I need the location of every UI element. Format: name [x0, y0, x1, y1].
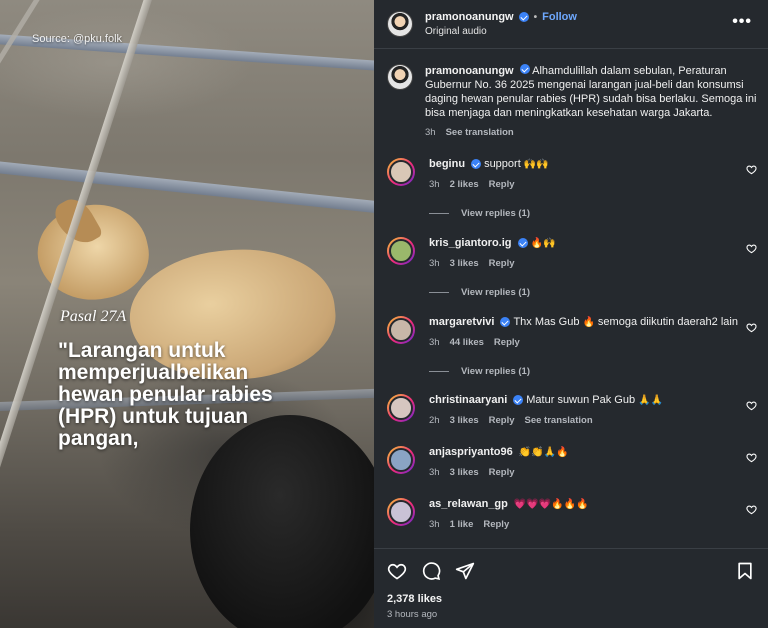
verified-icon: [513, 395, 524, 405]
post-caption: pramonoanungw Alhamdulillah dalam sebula…: [387, 64, 757, 140]
media-source-label: Source: @pku.folk: [32, 33, 123, 45]
comment-emoji: 🔥: [582, 316, 595, 328]
verified-icon: [518, 12, 529, 22]
caption-time: 3h: [425, 127, 436, 138]
caption-avatar[interactable]: [387, 64, 413, 90]
comment-text: Thx Mas Gub: [513, 316, 580, 328]
reply-line: [429, 292, 449, 293]
view-replies-label: View replies (1): [461, 208, 530, 219]
commenter-username[interactable]: beginu: [429, 158, 465, 170]
original-audio-link[interactable]: Original audio: [425, 26, 577, 37]
bookmark-icon[interactable]: [735, 561, 755, 581]
comment-item: as_relawan_gp 💗💗💗🔥🔥🔥 3h 1 like Reply: [387, 498, 757, 530]
comment-time: 3h: [429, 258, 440, 269]
commenter-username[interactable]: margaretvivi: [429, 316, 494, 328]
commenter-avatar-image: [389, 396, 413, 420]
likes-count[interactable]: 2,378 likes: [387, 593, 442, 605]
comment-like-icon[interactable]: [746, 322, 757, 333]
comment-time: 3h: [429, 179, 440, 190]
comment-item: anjaspriyanto96 👏👏🙏🔥 3h 3 likes Reply: [387, 446, 757, 478]
post-header: pramonoanungw • Follow Original audio ••…: [374, 0, 768, 49]
reply-button[interactable]: Reply: [494, 337, 520, 348]
comment-like-icon[interactable]: [746, 452, 757, 463]
share-icon[interactable]: [455, 561, 475, 581]
comment-likes[interactable]: 3 likes: [450, 258, 479, 269]
comment-likes[interactable]: 1 like: [450, 519, 474, 530]
comment-item: kris_giantoro.ig 🔥🙌 3h 3 likes Reply: [387, 237, 757, 269]
author-avatar[interactable]: [387, 11, 413, 37]
comment-like-icon[interactable]: [746, 243, 757, 254]
commenter-avatar[interactable]: [387, 446, 415, 474]
verified-icon: [519, 64, 530, 74]
view-replies-label: View replies (1): [461, 287, 530, 298]
reply-line: [429, 371, 449, 372]
commenter-username[interactable]: as_relawan_gp: [429, 498, 508, 510]
commenter-username[interactable]: kris_giantoro.ig: [429, 237, 512, 249]
reply-button[interactable]: Reply: [489, 179, 515, 190]
media-quote: "Larangan untuk memperjualbelikan hewan …: [58, 339, 273, 450]
post-media[interactable]: Source: @pku.folk Pasal 27A "Larangan un…: [0, 0, 374, 628]
comment-time: 3h: [429, 519, 440, 530]
comment-like-icon[interactable]: [746, 164, 757, 175]
comment-text: support: [484, 158, 521, 170]
post-actions: 2,378 likes 3 hours ago: [374, 548, 768, 628]
comment-emoji: 🙏🙏: [638, 394, 664, 406]
commenter-avatar-image: [389, 500, 413, 524]
comment-emoji: 💗💗💗🔥🔥🔥: [513, 498, 589, 510]
view-replies-label: View replies (1): [461, 366, 530, 377]
commenter-avatar[interactable]: [387, 237, 415, 265]
commenter-avatar-image: [389, 160, 413, 184]
commenter-username[interactable]: anjaspriyanto96: [429, 446, 513, 458]
comment-likes[interactable]: 3 likes: [450, 467, 479, 478]
commenter-avatar[interactable]: [387, 394, 415, 422]
view-replies-button[interactable]: View replies (1): [429, 287, 530, 298]
post-panel: pramonoanungw • Follow Original audio ••…: [374, 0, 768, 628]
comment-time: 2h: [429, 415, 440, 426]
comment-likes[interactable]: 44 likes: [450, 337, 484, 348]
comment-icon[interactable]: [421, 561, 441, 581]
comment-like-icon[interactable]: [746, 400, 757, 411]
comment-likes[interactable]: 3 likes: [450, 415, 479, 426]
comment-item: margaretvivi Thx Mas Gub 🔥 semoga diikutin …: [387, 316, 757, 348]
comment-emoji: 🔥🙌: [530, 237, 556, 249]
comment-time: 3h: [429, 467, 440, 478]
see-translation-link[interactable]: See translation: [446, 126, 514, 140]
comment-item: christinaaryani Matur suwun Pak Gub 🙏🙏 2h 3 …: [387, 394, 757, 426]
verified-icon: [517, 238, 528, 248]
commenter-avatar-image: [389, 318, 413, 342]
media-pasal-label: Pasal 27A: [60, 308, 127, 325]
comment-emoji: 🙌🙌: [523, 158, 549, 170]
reply-line: [429, 213, 449, 214]
comment-likes[interactable]: 2 likes: [450, 179, 479, 190]
verified-icon: [500, 317, 511, 327]
comment-time: 3h: [429, 337, 440, 348]
reply-button[interactable]: Reply: [489, 415, 515, 426]
comment-emoji: 👏👏🙏🔥: [518, 446, 569, 458]
more-options-icon[interactable]: •••: [732, 13, 752, 31]
comment-item: beginu support 🙌🙌 3h 2 likes Reply: [387, 158, 757, 190]
reply-button[interactable]: Reply: [489, 258, 515, 269]
commenter-avatar-image: [389, 448, 413, 472]
reply-button[interactable]: Reply: [483, 519, 509, 530]
verified-icon: [471, 159, 482, 169]
commenter-avatar[interactable]: [387, 158, 415, 186]
reply-button[interactable]: Reply: [489, 467, 515, 478]
heart-icon[interactable]: [387, 561, 407, 581]
caption-username[interactable]: pramonoanungw: [425, 65, 514, 77]
separator-dot: •: [533, 11, 538, 23]
comment-text: Matur suwun Pak Gub: [526, 394, 636, 406]
comment-like-icon[interactable]: [746, 504, 757, 515]
commenter-username[interactable]: christinaaryani: [429, 394, 507, 406]
view-replies-button[interactable]: View replies (1): [429, 208, 530, 219]
follow-button[interactable]: Follow: [542, 11, 577, 23]
commenter-avatar[interactable]: [387, 498, 415, 526]
post-time: 3 hours ago: [387, 609, 438, 620]
commenter-avatar[interactable]: [387, 316, 415, 344]
view-replies-button[interactable]: View replies (1): [429, 366, 530, 377]
author-username[interactable]: pramonoanungw: [425, 11, 514, 23]
comment-text-continued: semoga diikutin daerah2 lain: [597, 316, 738, 328]
see-translation-link[interactable]: See translation: [525, 415, 593, 426]
commenter-avatar-image: [389, 239, 413, 263]
